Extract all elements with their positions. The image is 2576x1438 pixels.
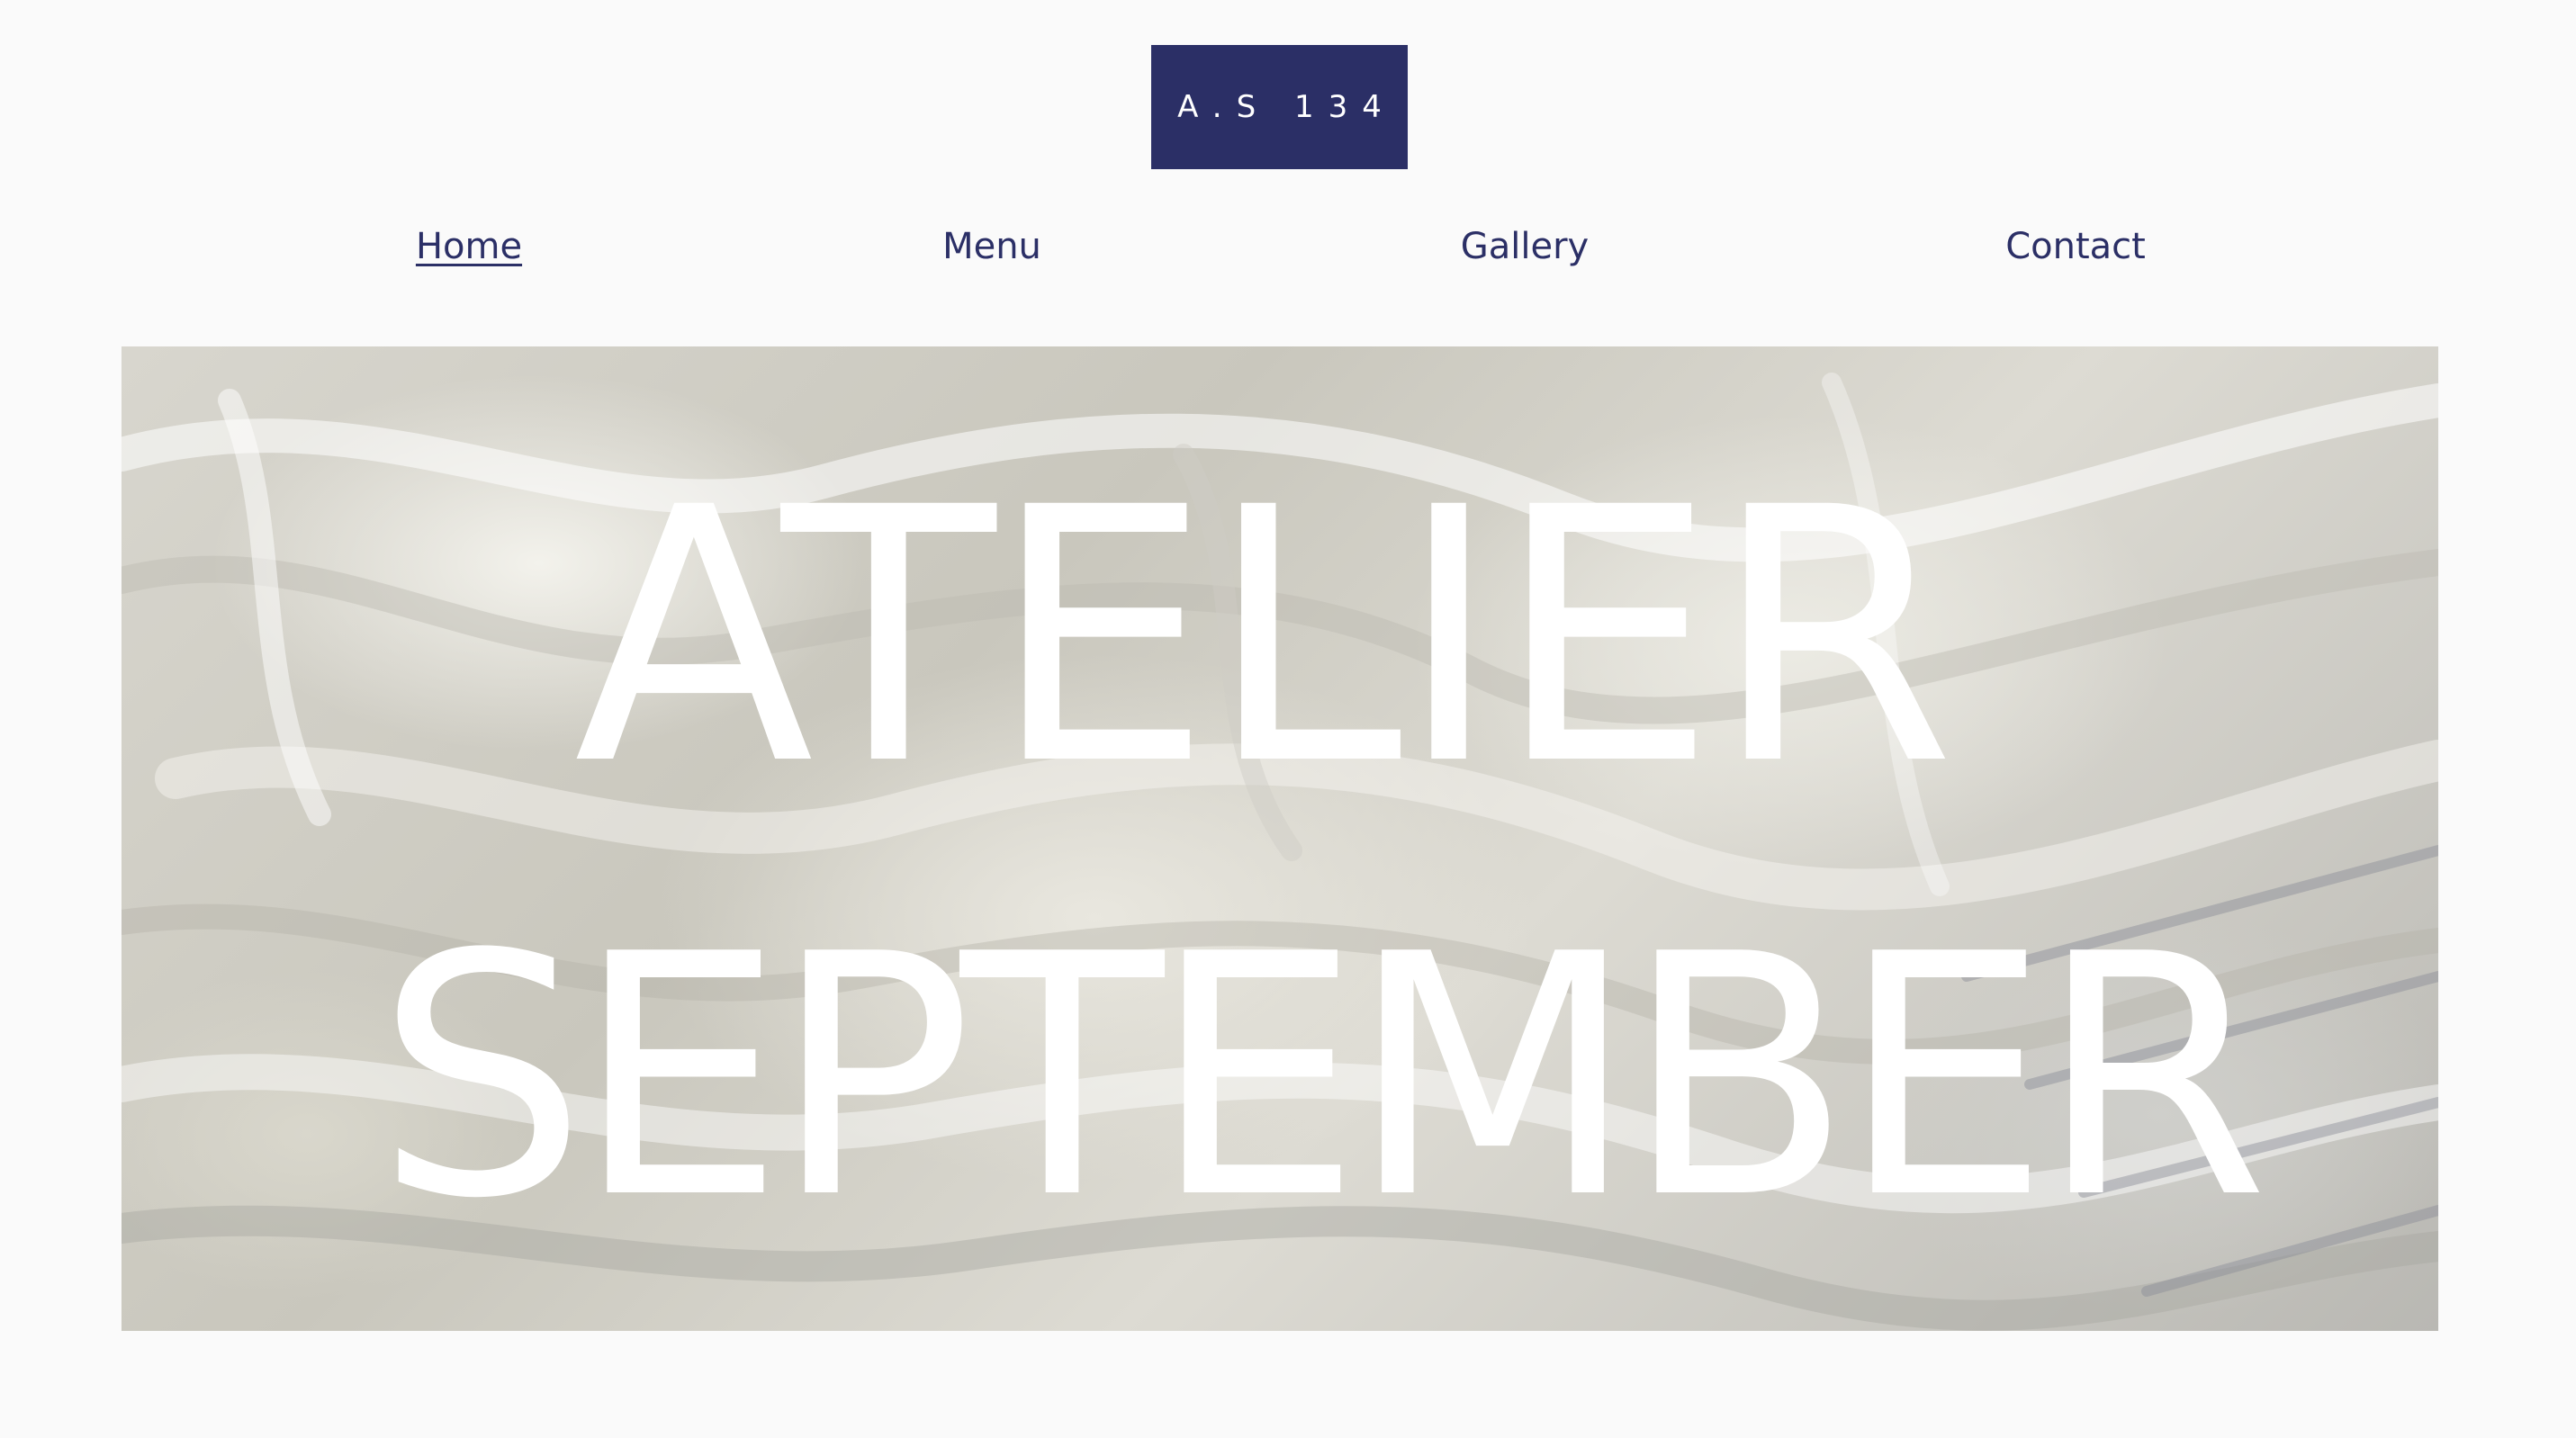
nav-item-home[interactable]: Home	[416, 221, 522, 272]
nav-item-gallery[interactable]: Gallery	[1461, 221, 1589, 272]
hero-banner: ATELIER SEPTEMBER	[122, 346, 2438, 1331]
main-nav: Home Menu Gallery Contact	[0, 221, 2576, 275]
hero-title-line-1: ATELIER	[573, 433, 1956, 841]
logo-text: A.S 134	[1177, 89, 1396, 125]
hero-title-line-2: SEPTEMBER	[375, 885, 2268, 1272]
page: A.S 134 Home Menu Gallery Contact ATELIE…	[0, 0, 2576, 1438]
nav-item-menu[interactable]: Menu	[942, 221, 1041, 272]
nav-item-contact[interactable]: Contact	[2005, 221, 2146, 272]
site-logo[interactable]: A.S 134	[1151, 45, 1408, 169]
